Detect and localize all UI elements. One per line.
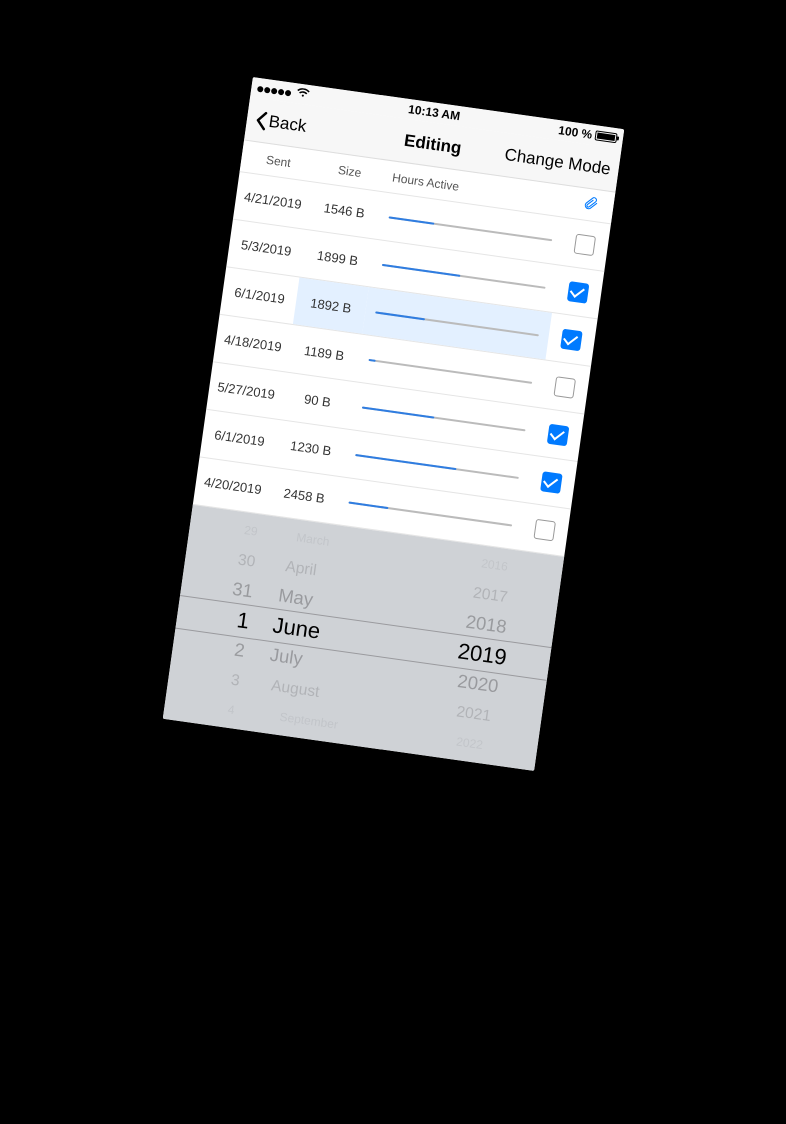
picker-item[interactable]: April [283,555,317,583]
picker-item[interactable]: 2021 [455,700,493,728]
picker-item[interactable]: 3 [229,668,241,692]
checkbox[interactable] [546,423,569,446]
phone-frame: 10:13 AM 100 % Back Editing Change Mode … [162,77,624,771]
change-mode-button[interactable]: Change Mode [503,144,612,179]
cell-checkbox[interactable] [518,503,570,556]
checkbox[interactable] [540,471,563,494]
cell-checkbox[interactable] [545,313,597,366]
picker-item[interactable]: 2017 [471,581,509,609]
picker-item[interactable]: March [295,529,331,551]
picker-item[interactable]: 30 [236,548,256,574]
picker-item[interactable]: September [278,708,339,734]
picker-item[interactable]: 31 [230,575,254,605]
battery-percent: 100 % [557,123,593,142]
cell-checkbox[interactable] [532,408,584,461]
picker-item[interactable]: 2 [232,636,246,665]
picker-item[interactable]: 29 [242,521,258,541]
wifi-icon [295,86,311,102]
picker-item[interactable]: June [270,610,321,646]
cell-checkbox[interactable] [538,361,590,414]
cell-checkbox[interactable] [552,265,604,318]
picker-item[interactable]: August [269,674,320,704]
back-label: Back [267,111,307,136]
picker-item[interactable]: July [268,641,304,673]
picker-item[interactable]: 2018 [464,608,508,641]
header-size: Size [314,159,385,183]
battery-icon [594,130,617,143]
cell-checkbox[interactable] [558,218,610,271]
checkbox[interactable] [533,518,556,541]
checkbox[interactable] [566,281,589,304]
picker-item[interactable]: 2016 [480,555,509,577]
picker-item[interactable]: May [276,582,314,614]
header-sent: Sent [240,149,315,173]
cell-size: 1899 B [299,230,375,286]
table-body: 4/21/20191546 B5/3/20191899 B6/1/2019189… [192,172,610,557]
paperclip-icon [581,194,599,212]
picker-item[interactable]: 4 [226,701,235,720]
signal-dots-icon [256,81,293,100]
cell-size: 1892 B [292,277,368,333]
cell-size: 2458 B [266,468,342,524]
picker-year-wheel[interactable]: 2016201720182019202020212022 [400,538,564,771]
checkbox[interactable] [553,376,576,399]
cell-size: 1546 B [306,182,382,238]
chevron-left-icon [253,109,268,130]
header-attachment [566,192,614,217]
back-button[interactable]: Back [253,109,307,136]
picker-month-wheel[interactable]: March AprilMayJuneJulyAugust September [251,517,430,752]
cell-size: 1189 B [286,325,362,381]
cell-size: 1230 B [272,420,348,476]
cell-size: 90 B [279,373,355,429]
picker-item[interactable]: 1 [234,605,250,636]
picker-item[interactable]: 2020 [455,668,499,701]
checkbox[interactable] [573,233,596,256]
cell-checkbox[interactable] [525,456,577,509]
checkbox[interactable] [560,328,583,351]
picker-item[interactable]: 2022 [455,733,484,755]
